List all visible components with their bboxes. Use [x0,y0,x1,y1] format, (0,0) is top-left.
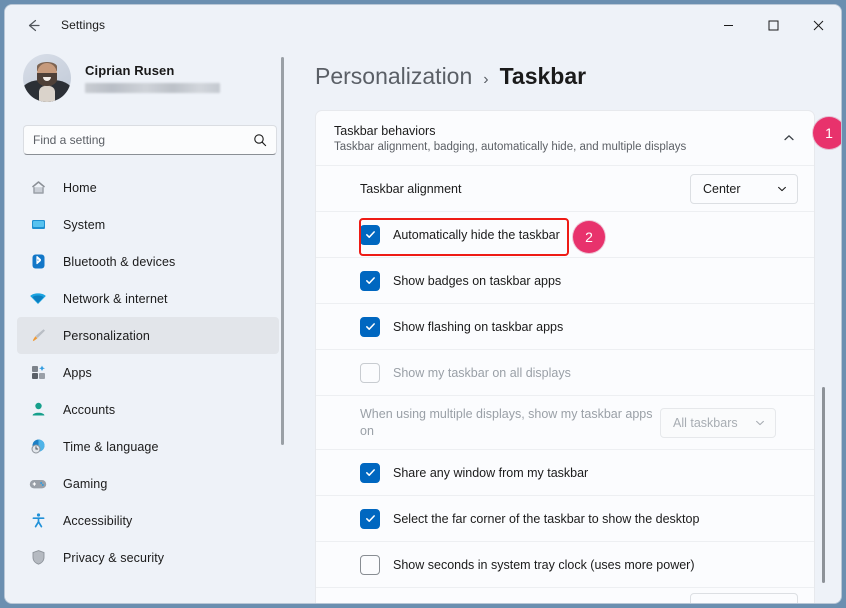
sidebar-item-system[interactable]: System [17,206,279,243]
row-select-far-corner-show-desktop[interactable]: Select the far corner of the taskbar to … [316,495,814,541]
row-label: Show my taskbar on all displays [393,365,571,380]
sidebar-item-label: Gaming [63,476,108,491]
annotation-badge-1: 1 [813,117,841,149]
settings-window: Settings Ciprian Rusen Find a setting Ho… [4,4,842,604]
wifi-icon [27,289,49,309]
row-show-flashing-on-taskbar-apps[interactable]: Show flashing on taskbar apps [316,303,814,349]
breadcrumb: Personalization › Taskbar [301,45,841,90]
row-label: Show seconds in system tray clock (uses … [393,557,695,572]
share-any-window-checkbox[interactable] [360,462,380,483]
select-far-corner-checkbox[interactable] [360,508,380,529]
row-label: Show flashing on taskbar apps [393,319,564,334]
row-taskbar-alignment: Taskbar alignment Center [316,165,814,211]
card-title: Taskbar behaviors [334,123,436,138]
breadcrumb-separator: › [483,71,489,88]
close-icon[interactable] [796,5,841,45]
minimize-icon[interactable] [706,5,751,45]
show-flashing-checkbox[interactable] [360,316,380,337]
taskbar-behaviors-card: Taskbar behaviors Taskbar alignment, bad… [315,110,815,603]
row-show-badges-on-taskbar-apps[interactable]: Show badges on taskbar apps [316,257,814,303]
row-share-any-window-from-my-taskbar[interactable]: Share any window from my taskbar [316,449,814,495]
page-title: Taskbar [499,63,587,89]
row-label: Select the far corner of the taskbar to … [393,511,700,526]
shield-icon [27,548,49,568]
sidebar-item-label: Network & internet [63,291,168,306]
sidebar-item-label: Time & language [63,439,159,454]
search-input[interactable] [33,133,253,147]
gamepad-icon [27,474,49,494]
taskbar-alignment-dropdown[interactable]: Center [690,173,798,204]
chevron-up-icon[interactable] [782,131,798,145]
row-automatically-hide-the-taskbar[interactable]: Automatically hide the taskbar [316,211,814,257]
paintbrush-icon [27,326,49,346]
user-name: Ciprian Rusen [85,63,175,78]
sidebar-item-accounts[interactable]: Accounts [17,391,279,428]
show-on-all-displays-checkbox [360,362,380,383]
back-arrow-icon[interactable] [17,9,49,41]
sidebar-nav: Home System Bluetooth & devices Network … [17,169,301,587]
sidebar-item-time-language[interactable]: Time & language [17,428,279,465]
show-seconds-checkbox[interactable] [360,554,380,575]
bluetooth-icon [27,252,49,272]
accessibility-icon [27,511,49,531]
row-label: Taskbar alignment [360,181,462,196]
dropdown-value: All taskbars [673,415,738,430]
dropdown-value: Center [703,181,741,196]
content-scrollbar[interactable] [822,387,825,583]
sidebar-item-label: Personalization [63,328,150,343]
multiple-displays-dropdown: All taskbars [660,407,776,438]
apps-icon [27,363,49,383]
row-multiple-displays-taskbar-apps: When using multiple displays, show my ta… [316,395,814,449]
sidebar: Ciprian Rusen Find a setting Home System… [5,45,301,603]
sidebar-item-gaming[interactable]: Gaming [17,465,279,502]
chevron-down-icon [776,183,788,195]
row-label: When using multiple displays, show my ta… [360,406,653,438]
row-partial-next [316,587,814,603]
sidebar-item-accessibility[interactable]: Accessibility [17,502,279,539]
maximize-icon[interactable] [751,5,796,45]
sidebar-item-label: Bluetooth & devices [63,254,176,269]
sidebar-item-apps[interactable]: Apps [17,354,279,391]
sidebar-item-label: Accessibility [63,513,133,528]
monitor-icon [27,215,49,235]
automatically-hide-the-taskbar-checkbox[interactable] [360,224,380,245]
row-label: Show badges on taskbar apps [393,273,562,288]
show-badges-checkbox[interactable] [360,270,380,291]
clock-globe-icon [27,437,49,457]
user-email-redacted [85,83,220,93]
sidebar-item-personalization[interactable]: Personalization [17,317,279,354]
sidebar-item-bluetooth-devices[interactable]: Bluetooth & devices [17,243,279,280]
sidebar-item-label: System [63,217,106,232]
avatar [23,54,71,102]
sidebar-item-privacy-security[interactable]: Privacy & security [17,539,279,576]
card-subtitle: Taskbar alignment, badging, automaticall… [334,140,687,153]
row-label: Share any window from my taskbar [393,465,589,480]
sidebar-item-home[interactable]: Home [17,169,279,206]
card-header[interactable]: Taskbar behaviors Taskbar alignment, bad… [316,111,814,165]
row-show-seconds-in-system-tray-clock[interactable]: Show seconds in system tray clock (uses … [316,541,814,587]
sidebar-item-label: Accounts [63,402,116,417]
search-icon [253,133,267,147]
partial-dropdown[interactable] [690,592,798,603]
chevron-down-icon [754,417,766,429]
sidebar-item-network-internet[interactable]: Network & internet [17,280,279,317]
title-bar: Settings [5,5,841,45]
search-box[interactable] [23,125,277,155]
row-show-my-taskbar-on-all-displays: Show my taskbar on all displays [316,349,814,395]
window-controls [706,5,841,45]
window-title: Settings [61,18,106,32]
main-content: Personalization › Taskbar Taskbar behavi… [301,45,841,603]
breadcrumb-parent[interactable]: Personalization [315,63,472,90]
annotation-badge-2: 2 [573,221,605,253]
sidebar-scrollbar[interactable] [281,57,284,445]
user-profile[interactable]: Ciprian Rusen [17,45,301,107]
sidebar-item-label: Privacy & security [63,550,165,565]
sidebar-item-label: Apps [63,365,92,380]
home-icon [27,178,49,198]
sidebar-item-label: Home [63,180,97,195]
person-icon [27,400,49,420]
